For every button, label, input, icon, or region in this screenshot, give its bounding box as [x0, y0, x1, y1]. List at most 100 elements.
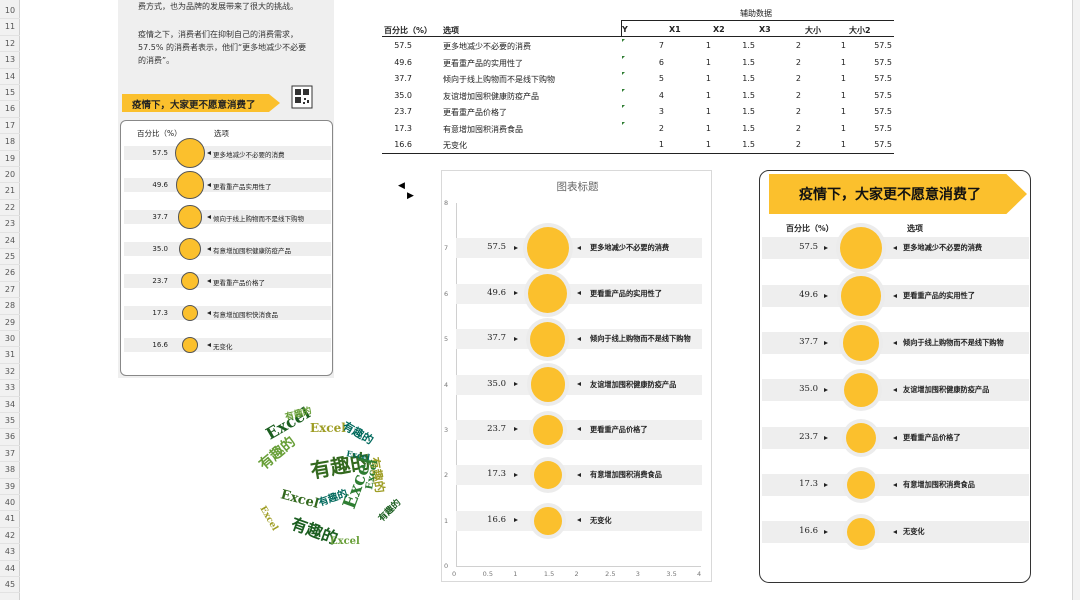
chart-percent-label[interactable]: 35.0 [476, 379, 506, 389]
table-cell[interactable]: 1.5 [715, 74, 755, 83]
table-cell[interactable]: 1.5 [715, 41, 755, 50]
row-header[interactable]: 31 [0, 347, 20, 364]
table-header-cell[interactable]: X3 [759, 25, 771, 34]
table-cell[interactable]: 1 [624, 140, 664, 149]
row-header[interactable]: 44 [0, 561, 20, 577]
row-header[interactable]: 16 [0, 101, 20, 118]
table-cell[interactable]: 7 [624, 41, 664, 50]
table-cell[interactable]: 2 [624, 124, 664, 133]
row-header[interactable]: 13 [0, 52, 20, 69]
row-header[interactable]: 37 [0, 446, 20, 463]
row-header[interactable]: 24 [0, 233, 20, 249]
chart-percent-label[interactable]: 57.5 [476, 242, 506, 252]
chart-percent-label[interactable]: 16.6 [476, 515, 506, 525]
table-cell[interactable]: 4 [624, 91, 664, 100]
chart-bubble[interactable] [526, 227, 569, 270]
table-cell[interactable]: 1.5 [715, 107, 755, 116]
table-header-cell[interactable]: Y [622, 25, 628, 34]
row-header[interactable]: 36 [0, 429, 20, 446]
table-cell[interactable]: 1 [806, 140, 846, 149]
row-header[interactable]: 38 [0, 462, 20, 479]
chart-bubble[interactable] [532, 414, 563, 445]
error-indicator-icon[interactable] [622, 121, 625, 125]
row-header[interactable]: 34 [0, 397, 20, 413]
table-cell[interactable]: 1 [671, 91, 711, 100]
row-header[interactable]: 25 [0, 249, 20, 266]
table-cell[interactable]: 2 [761, 107, 801, 116]
row-header[interactable]: 19 [0, 151, 20, 167]
table-cell[interactable]: 57.5 [852, 124, 892, 133]
table-cell[interactable]: 1.5 [715, 91, 755, 100]
chart-bubble[interactable] [533, 461, 562, 490]
row-header[interactable]: 41 [0, 511, 20, 528]
chart-percent-label[interactable]: 23.7 [476, 424, 506, 434]
table-cell[interactable]: 35.0 [372, 91, 412, 100]
row-header[interactable]: 22 [0, 200, 20, 217]
vertical-scrollbar[interactable] [1072, 0, 1080, 600]
table-cell[interactable]: 1 [806, 107, 846, 116]
error-indicator-icon[interactable] [622, 105, 625, 108]
chart-bubble[interactable] [530, 367, 565, 402]
row-header[interactable]: 20 [0, 167, 20, 184]
table-cell[interactable]: 2 [761, 91, 801, 100]
chart-option-label[interactable]: 倾向于线上购物而不是线下购物 [590, 334, 691, 344]
table-cell[interactable]: 2 [761, 58, 801, 67]
error-indicator-icon[interactable] [622, 55, 625, 59]
table-cell[interactable]: 1 [806, 41, 846, 50]
table-cell[interactable]: 16.6 [372, 140, 412, 149]
table-cell[interactable]: 3 [624, 107, 664, 116]
table-cell[interactable]: 1 [671, 58, 711, 67]
chart-option-label[interactable]: 更多地减少不必要的消费 [590, 243, 669, 253]
table-cell[interactable]: 37.7 [372, 74, 412, 83]
chart-option-label[interactable]: 无变化 [590, 516, 612, 526]
row-header[interactable]: 29 [0, 315, 20, 331]
table-header-cell[interactable]: 大小 [805, 25, 821, 36]
table-cell[interactable]: 1 [671, 41, 711, 50]
row-header[interactable]: 35 [0, 413, 20, 430]
table-header-cell[interactable]: X2 [713, 25, 725, 34]
table-cell[interactable]: 倾向于线上购物而不是线下购物 [443, 74, 555, 85]
table-cell[interactable]: 1 [806, 91, 846, 100]
chart-bubble[interactable] [533, 506, 562, 535]
chart-percent-label[interactable]: 49.6 [476, 288, 506, 298]
table-cell[interactable]: 1 [806, 58, 846, 67]
table-cell[interactable]: 57.5 [852, 107, 892, 116]
table-cell[interactable]: 17.3 [372, 124, 412, 133]
row-header[interactable]: 32 [0, 364, 20, 381]
row-header[interactable]: 21 [0, 183, 20, 200]
table-cell[interactable]: 5 [624, 74, 664, 83]
table-cell[interactable]: 57.5 [852, 41, 892, 50]
table-cell[interactable]: 49.6 [372, 58, 412, 67]
table-cell[interactable]: 无变化 [443, 140, 467, 151]
table-cell[interactable]: 1.5 [715, 58, 755, 67]
table-cell[interactable]: 更多地减少不必要的消费 [443, 41, 531, 52]
row-header[interactable]: 18 [0, 134, 20, 151]
table-cell[interactable]: 57.5 [372, 41, 412, 50]
row-header[interactable]: 10 [0, 3, 20, 20]
chart-percent-label[interactable]: 17.3 [476, 469, 506, 479]
row-header[interactable]: 17 [0, 118, 20, 135]
table-cell[interactable]: 1 [806, 124, 846, 133]
table-cell[interactable]: 2 [761, 140, 801, 149]
table-cell[interactable]: 2 [761, 41, 801, 50]
row-header[interactable]: 26 [0, 265, 20, 282]
word-cloud-image[interactable]: Excel有趣的Excel有趣的有趣的Excel有趣的Excel有趣的Excel… [250, 398, 410, 553]
table-cell[interactable]: 6 [624, 58, 664, 67]
table-cell[interactable]: 1 [671, 140, 711, 149]
row-header[interactable]: 42 [0, 528, 20, 545]
row-header[interactable]: 23 [0, 216, 20, 233]
chart-bubble[interactable] [530, 321, 566, 357]
table-header-cell[interactable]: 选项 [443, 25, 459, 36]
chart-option-label[interactable]: 更看重产品价格了 [590, 425, 648, 435]
arrow-right-icon[interactable]: ▶ [407, 191, 414, 201]
chart-option-label[interactable]: 有意增加囤积消费食品 [590, 470, 662, 480]
row-header[interactable]: 40 [0, 495, 20, 512]
table-header-cell[interactable]: 百分比（%） [384, 25, 432, 36]
table-cell[interactable]: 有意增加囤积消费食品 [443, 124, 523, 135]
table-cell[interactable]: 57.5 [852, 58, 892, 67]
row-header[interactable]: 45 [0, 577, 20, 594]
error-indicator-icon[interactable] [622, 39, 625, 42]
row-header[interactable]: 30 [0, 331, 20, 348]
row-header[interactable]: 11 [0, 19, 20, 36]
row-header[interactable]: 39 [0, 479, 20, 495]
